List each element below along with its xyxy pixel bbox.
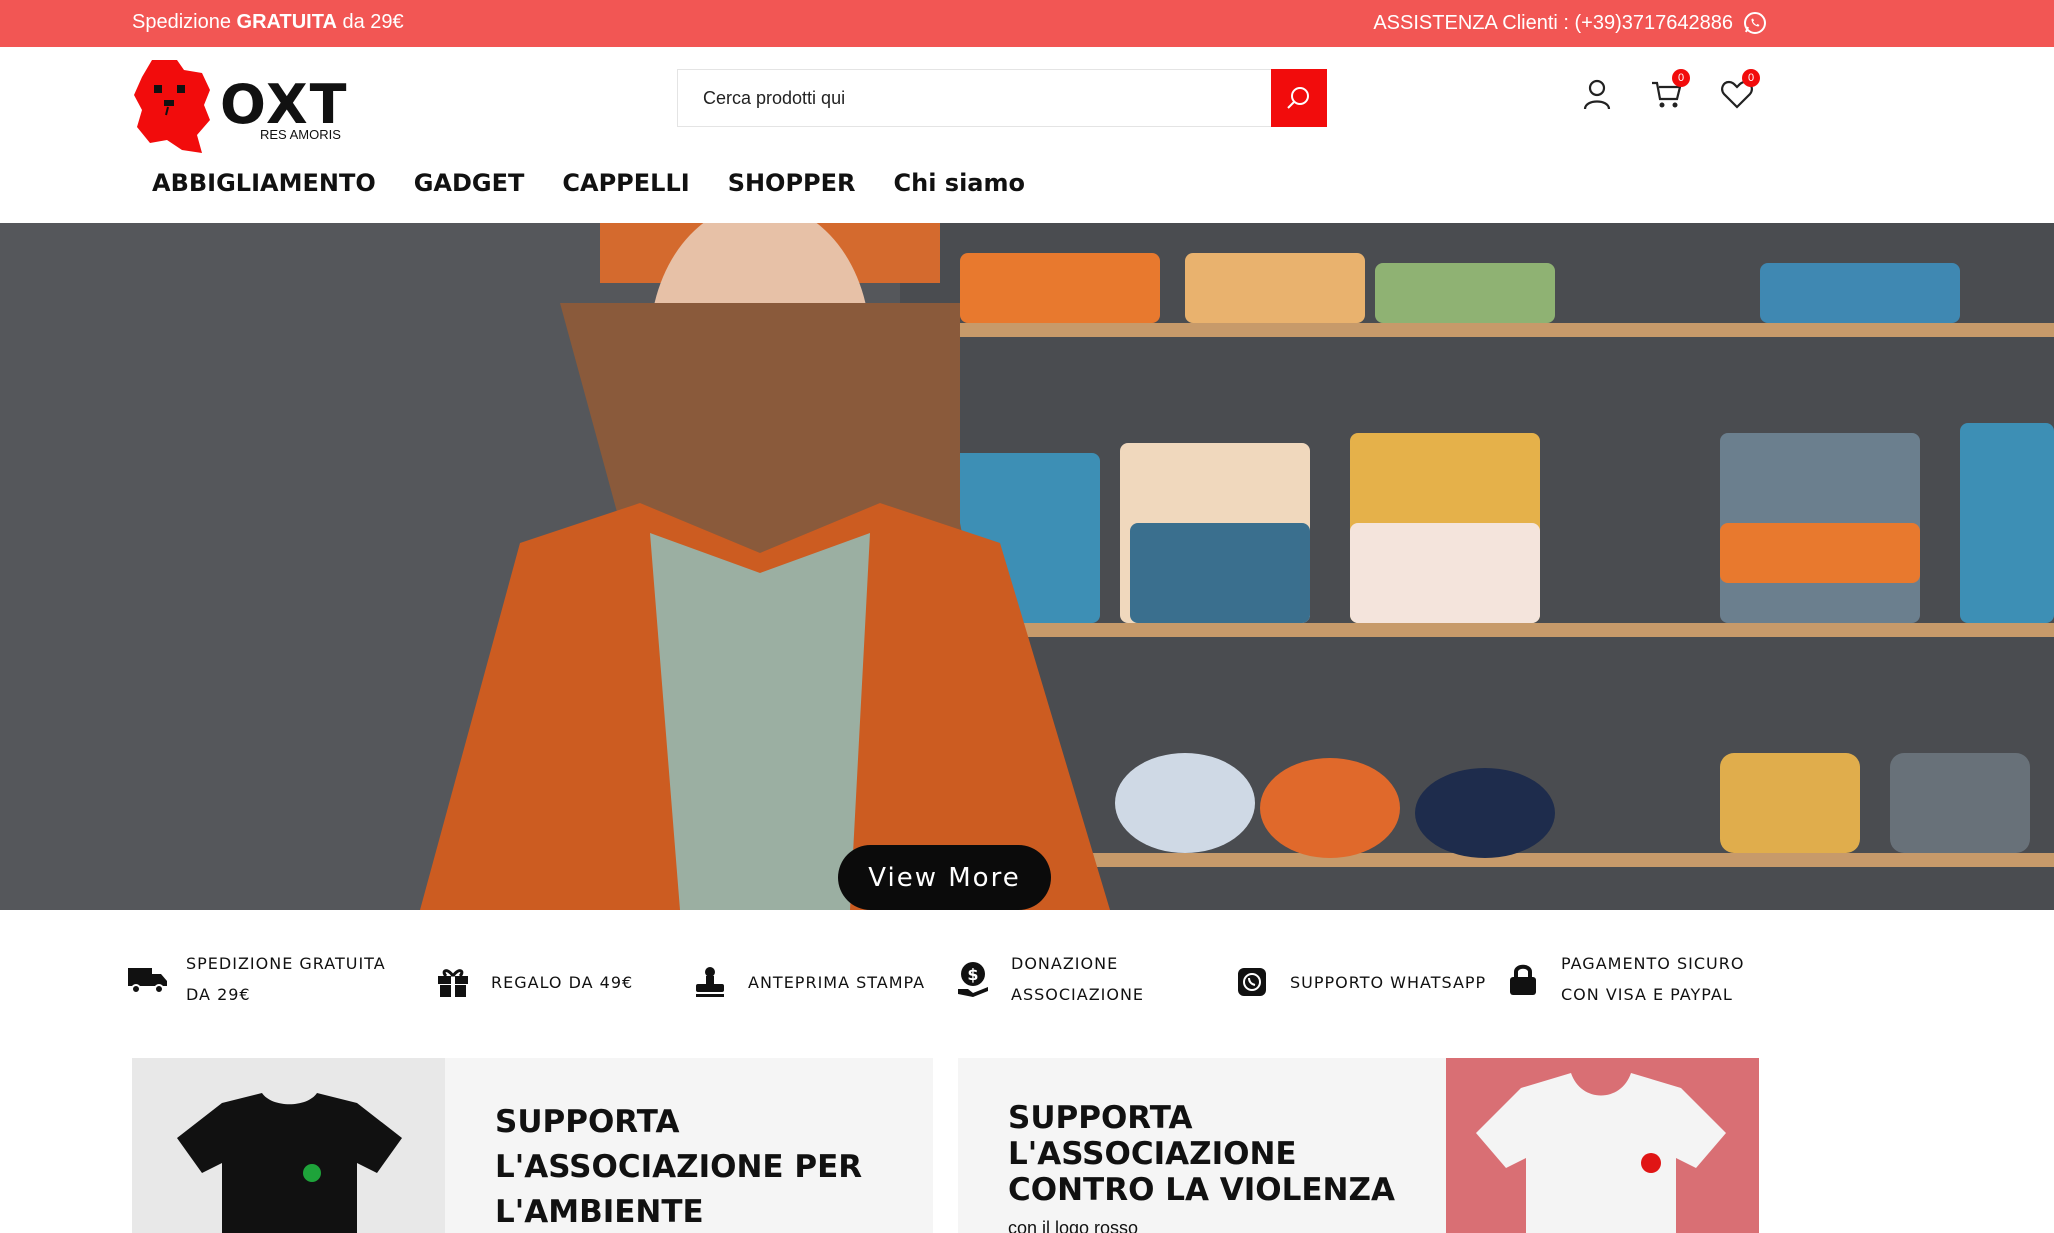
nav-item-gadget[interactable]: GADGET: [414, 169, 525, 197]
feature-line2: ASSOCIAZIONE: [1011, 985, 1145, 1004]
promo-title: SUPPORTA L'ASSOCIAZIONE CONTRO LA VIOLEN…: [1008, 1100, 1395, 1208]
feature-line1: SPEDIZIONE GRATUITA: [186, 954, 386, 973]
feature-line1: PAGAMENTO SICURO: [1561, 954, 1745, 973]
search-button[interactable]: [1271, 69, 1327, 127]
site-header: OXT RES AMORIS 0 0 ABBIGLIAMENTO GADGET …: [0, 47, 2054, 223]
tshirt-image: [177, 1093, 402, 1233]
feature-line1: DONAZIONE: [1011, 954, 1119, 973]
cart-button[interactable]: 0: [1650, 69, 1690, 111]
nav-item-abbigliamento[interactable]: ABBIGLIAMENTO: [152, 169, 376, 197]
nav-item-shopper[interactable]: SHOPPER: [728, 169, 856, 197]
gift-icon: [438, 969, 468, 997]
shipping-bold: GRATUITA: [236, 11, 337, 33]
features-strip: SPEDIZIONE GRATUITA DA 29€ REGALO DA 49€ …: [0, 910, 2054, 1060]
view-more-button[interactable]: View More: [838, 845, 1051, 910]
svg-text:$: $: [967, 965, 978, 984]
shipping-suffix: da 29€: [342, 11, 404, 33]
stamp-icon: [696, 967, 724, 997]
promo-image-black-tshirt: [132, 1058, 445, 1233]
feature-free-shipping: SPEDIZIONE GRATUITA DA 29€: [128, 948, 386, 1010]
logo[interactable]: OXT RES AMORIS: [132, 55, 382, 155]
lock-icon: [1510, 964, 1536, 995]
search-input[interactable]: [678, 70, 1271, 126]
promo-card-environment[interactable]: SUPPORTA L'ASSOCIAZIONE PER L'AMBIENTE: [132, 1058, 933, 1233]
whatsapp-icon: [1238, 968, 1266, 996]
feature-donation: $ DONAZIONE ASSOCIAZIONE: [953, 948, 1144, 1010]
hero-banner: View More: [0, 223, 2054, 910]
feature-line1: REGALO DA 49€: [491, 972, 634, 992]
whatsapp-icon[interactable]: [1743, 11, 1767, 35]
wishlist-button[interactable]: 0: [1720, 69, 1760, 111]
donation-icon: $: [958, 962, 988, 997]
feature-line2: CON VISA E PAYPAL: [1561, 985, 1733, 1004]
nav-item-cappelli[interactable]: CAPPELLI: [562, 169, 689, 197]
wishlist-count-badge: 0: [1742, 69, 1760, 87]
feature-print-preview: ANTEPRIMA STAMPA: [690, 962, 925, 1002]
feature-line2: DA 29€: [186, 985, 251, 1004]
feature-line1: ANTEPRIMA STAMPA: [748, 972, 926, 992]
support-text: ASSISTENZA Clienti : (+39)3717642886: [1373, 11, 1733, 34]
shipping-prefix: Spedizione: [132, 11, 231, 33]
truck-icon: [128, 968, 167, 994]
feature-gift: REGALO DA 49€: [433, 962, 633, 1002]
user-icon: [1583, 79, 1611, 110]
promo-card-violence[interactable]: SUPPORTA L'ASSOCIAZIONE CONTRO LA VIOLEN…: [958, 1058, 1759, 1233]
feature-whatsapp-support: SUPPORTO WHATSAPP: [1232, 962, 1486, 1002]
main-nav: ABBIGLIAMENTO GADGET CAPPELLI SHOPPER Ch…: [152, 169, 1025, 197]
top-bar: Spedizione GRATUITA da 29€ ASSISTENZA Cl…: [0, 0, 2054, 47]
brand-tagline: RES AMORIS: [260, 127, 341, 142]
hero-image: [0, 223, 2054, 910]
search-icon: [1287, 87, 1309, 109]
header-actions: 0 0: [1580, 69, 1760, 111]
customer-support[interactable]: ASSISTENZA Clienti : (+39)3717642886: [1373, 11, 1767, 35]
feature-line1: SUPPORTO WHATSAPP: [1290, 972, 1487, 992]
search-bar: [677, 69, 1327, 127]
feature-secure-payment: PAGAMENTO SICURO CON VISA E PAYPAL: [1503, 948, 1744, 1010]
promo-subtitle: con il logo rosso: [1008, 1218, 1139, 1233]
tshirt-image: [1476, 1073, 1726, 1233]
promo-image-white-tshirt: [1446, 1058, 1759, 1233]
nav-item-chi-siamo[interactable]: Chi siamo: [894, 169, 1025, 197]
account-button[interactable]: [1580, 77, 1614, 111]
logo-mark-icon: [134, 60, 210, 153]
shipping-notice: Spedizione GRATUITA da 29€: [132, 11, 404, 34]
promo-title: SUPPORTA L'ASSOCIAZIONE PER L'AMBIENTE: [495, 1104, 863, 1230]
cart-count-badge: 0: [1672, 69, 1690, 87]
